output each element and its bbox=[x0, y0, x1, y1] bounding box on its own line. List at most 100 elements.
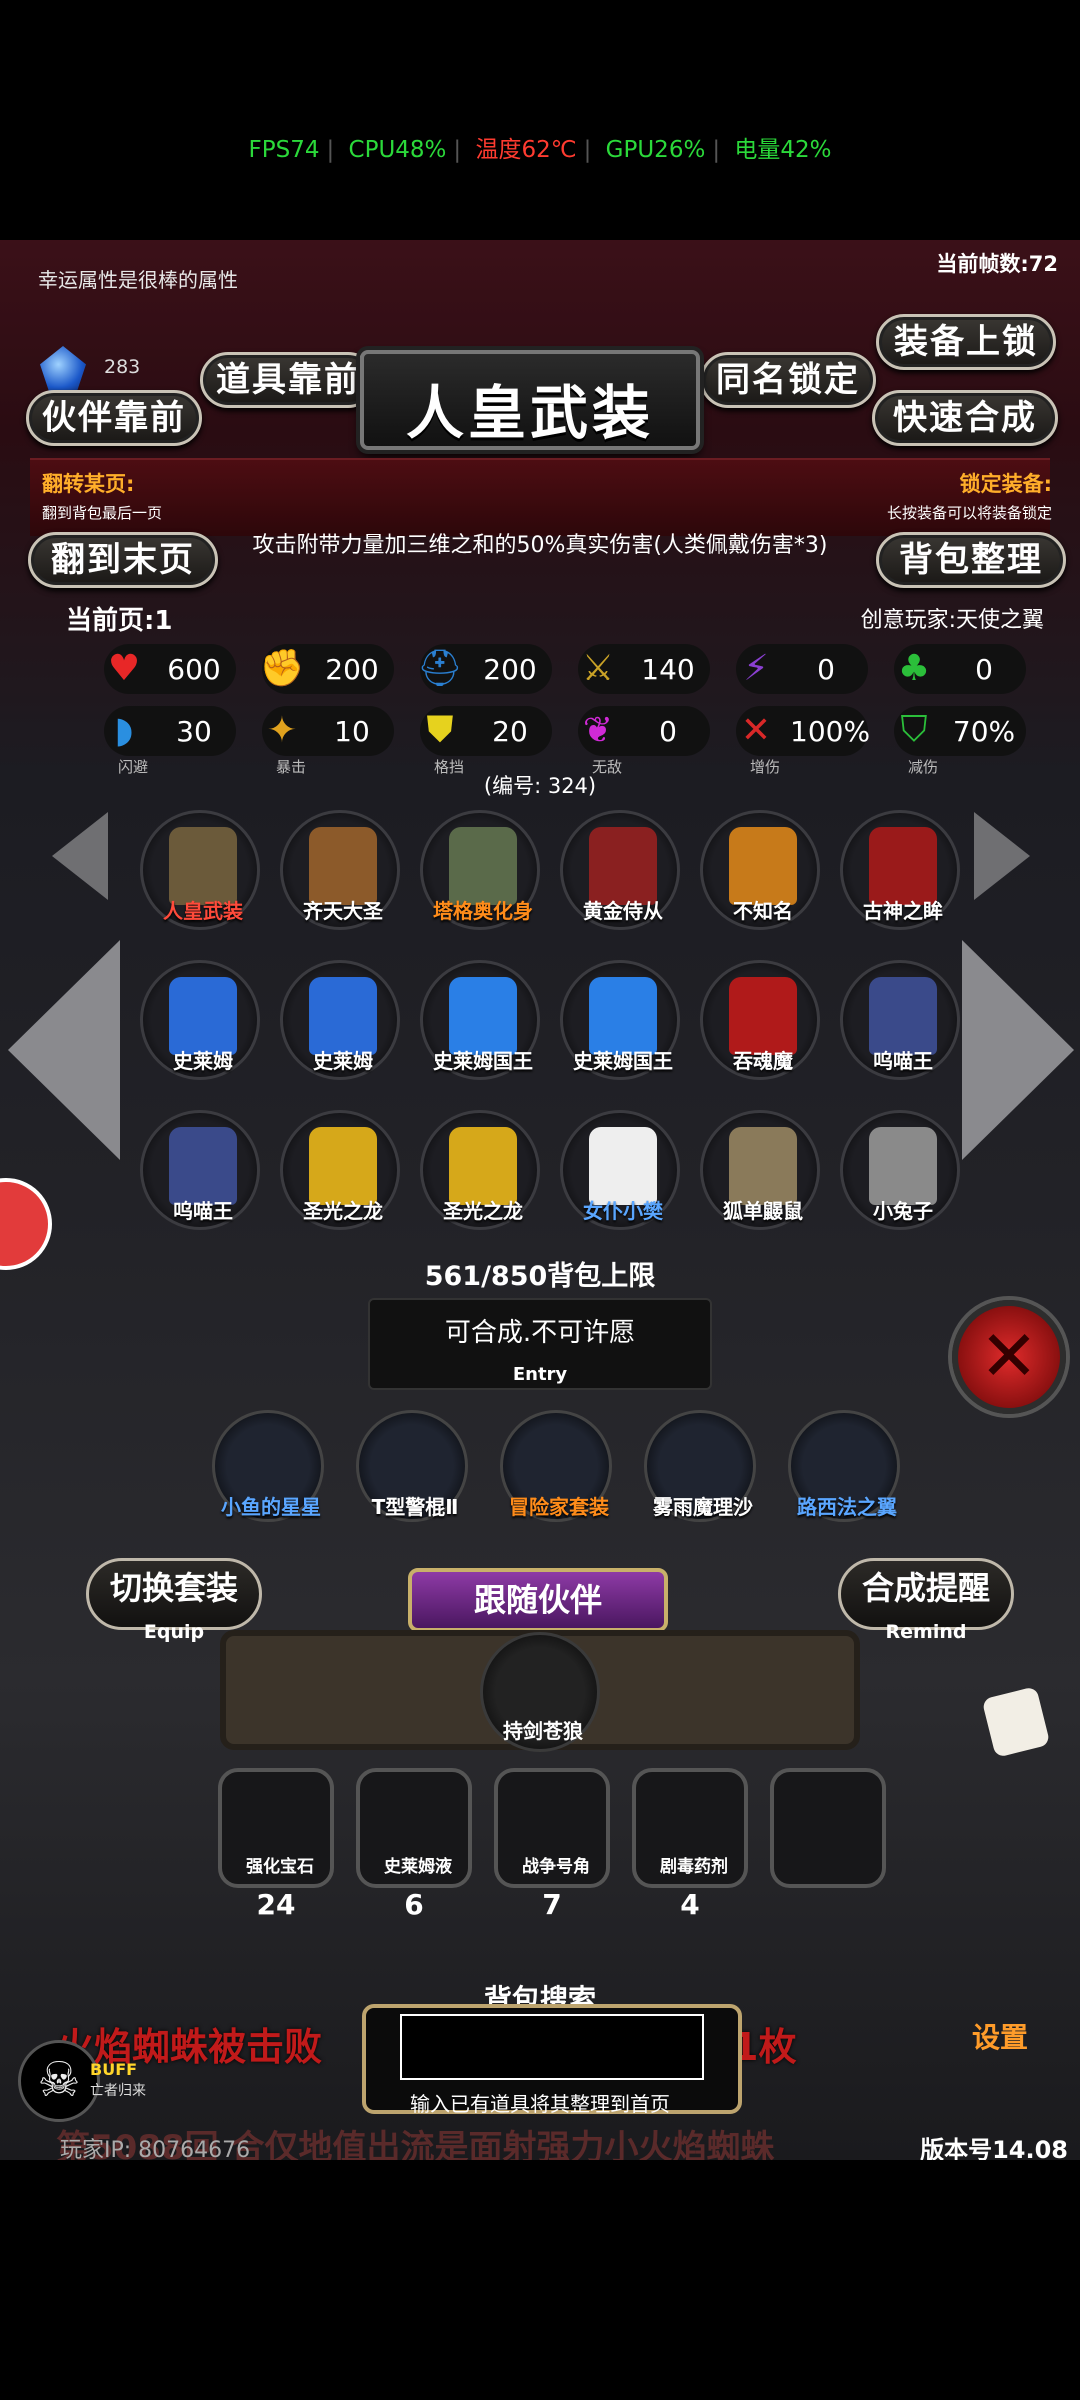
material-slot[interactable]: 史莱姆液 bbox=[356, 1768, 472, 1888]
bag-item-slot[interactable]: 史莱姆国王 bbox=[420, 960, 540, 1080]
item-sprite bbox=[729, 1127, 797, 1205]
bag-item-slot[interactable]: 史莱姆 bbox=[280, 960, 400, 1080]
helmet-icon: ⛑ bbox=[417, 648, 463, 689]
stat-value: 100% bbox=[790, 715, 871, 748]
bag-item-label: 狐单鼹鼠 bbox=[723, 1199, 803, 1223]
close-button[interactable]: ✕ bbox=[952, 1300, 1066, 1414]
material-label: 战争号角 bbox=[522, 1857, 590, 1877]
bag-item-slot[interactable]: 狐单鼹鼠 bbox=[700, 1110, 820, 1230]
bag-search-hint: 输入已有道具将其整理到首页 bbox=[410, 2092, 670, 2116]
bag-item-label: 圣光之龙 bbox=[303, 1199, 383, 1223]
tip-text: 幸运属性是很棒的属性 bbox=[38, 268, 238, 292]
shield-icon: ⛊ bbox=[426, 709, 454, 750]
item-sprite bbox=[729, 827, 797, 905]
item-sprite bbox=[729, 977, 797, 1055]
equip-slot[interactable]: 路西法之翼 bbox=[788, 1410, 900, 1522]
bag-item-slot[interactable]: 齐天大圣 bbox=[280, 810, 400, 930]
info-band bbox=[30, 458, 1050, 536]
stat-damage-boost: ✕ 100% 增伤 bbox=[736, 706, 871, 776]
quick-synth-button[interactable]: 快速合成 bbox=[872, 390, 1058, 446]
bag-item-slot[interactable]: 圣光之龙 bbox=[280, 1110, 400, 1230]
current-page: 当前页:1 bbox=[66, 606, 173, 636]
prev-row-arrow[interactable] bbox=[52, 812, 108, 900]
bag-item-label: 史莱姆国王 bbox=[573, 1049, 673, 1073]
flip-page-label: 翻转某页: bbox=[42, 472, 135, 496]
bag-item-slot[interactable]: 史莱姆 bbox=[140, 960, 260, 1080]
bag-item-slot[interactable]: 古神之眸 bbox=[840, 810, 960, 930]
bag-item-slot[interactable]: 女仆小樊 bbox=[560, 1110, 680, 1230]
buff-name: 亡者归来 bbox=[90, 2083, 146, 2099]
dice-icon[interactable] bbox=[981, 1686, 1051, 1758]
item-sprite bbox=[449, 977, 517, 1055]
strength-icon: ✊ bbox=[259, 648, 305, 689]
bag-item-label: 吞魂魔 bbox=[733, 1049, 793, 1073]
item-sprite bbox=[169, 977, 237, 1055]
bag-item-slot[interactable]: 圣光之龙 bbox=[420, 1110, 540, 1230]
bag-item-slot[interactable]: 史莱姆国王 bbox=[560, 960, 680, 1080]
synth-remind-button[interactable]: 合成提醒 Remind bbox=[838, 1558, 1014, 1643]
gem-count: 283 bbox=[104, 356, 141, 378]
stat-value: 200 bbox=[325, 653, 379, 686]
boost-icon: ✕ bbox=[740, 709, 772, 751]
bag-sort-button[interactable]: 背包整理 bbox=[876, 532, 1066, 588]
bag-item-slot[interactable]: 不知名 bbox=[700, 810, 820, 930]
item-code: (编号: 324) bbox=[483, 774, 597, 798]
bag-item-label: 齐天大圣 bbox=[303, 899, 383, 923]
material-slot[interactable]: 强化宝石 bbox=[218, 1768, 334, 1888]
switch-set-button[interactable]: 切换套装 Equip bbox=[86, 1558, 262, 1643]
synth-remind-label: 合成提醒 bbox=[861, 1569, 990, 1607]
bag-item-slot[interactable]: 小兔子 bbox=[840, 1110, 960, 1230]
item-front-button[interactable]: 道具靠前 bbox=[200, 352, 376, 408]
bag-item-label: 史莱姆国王 bbox=[433, 1049, 533, 1073]
material-slot-empty[interactable] bbox=[770, 1768, 886, 1888]
stat-block: ⛊ 20 格挡 bbox=[420, 706, 552, 776]
stat-invincible: ❦ 0 无敌 bbox=[578, 706, 710, 776]
version-number: 版本号14.08 bbox=[920, 2136, 1068, 2160]
equip-slot[interactable]: T型警棍Ⅱ bbox=[356, 1410, 468, 1522]
next-row-arrow[interactable] bbox=[974, 812, 1030, 900]
stat-value: 0 bbox=[817, 653, 835, 686]
bag-item-label: 塔格奥化身 bbox=[433, 899, 533, 923]
equip-slot[interactable]: 小鱼的星星 bbox=[212, 1410, 324, 1522]
fps-readout: FPS74 bbox=[248, 137, 320, 163]
reduce-icon: ⛉ bbox=[900, 709, 928, 750]
material-slot[interactable]: 剧毒药剂 bbox=[632, 1768, 748, 1888]
equip-label: 冒险家套装 bbox=[509, 1495, 609, 1519]
skull-icon[interactable]: ☠ bbox=[18, 2040, 100, 2122]
stat-damage-reduce: ⛉ 70% 减伤 bbox=[894, 706, 1026, 776]
follow-partner-slot[interactable]: 持剑苍狼 bbox=[480, 1632, 600, 1752]
bag-item-slot[interactable]: 呜喵王 bbox=[140, 1110, 260, 1230]
material-count: 6 bbox=[404, 1888, 424, 1921]
equip-slot[interactable]: 雾雨魔理沙 bbox=[644, 1410, 756, 1522]
same-name-lock-button[interactable]: 同名锁定 bbox=[700, 352, 876, 408]
bag-item-slot[interactable]: 塔格奥化身 bbox=[420, 810, 540, 930]
to-last-page-button[interactable]: 翻到末页 bbox=[28, 532, 218, 588]
wings-icon: ❦ bbox=[582, 709, 614, 751]
follow-partner-name: 持剑苍狼 bbox=[503, 1719, 583, 1743]
material-slot[interactable]: 战争号角 bbox=[494, 1768, 610, 1888]
stat-crit: ✦ 10 暴击 bbox=[262, 706, 394, 776]
stat-value: 140 bbox=[641, 653, 695, 686]
item-sprite bbox=[589, 977, 657, 1055]
settings-button[interactable]: 设置 bbox=[972, 2016, 1028, 2056]
bag-item-label: 史莱姆 bbox=[173, 1049, 233, 1073]
bag-item-slot[interactable]: 呜喵王 bbox=[840, 960, 960, 1080]
partner-front-button[interactable]: 伙伴靠前 bbox=[26, 390, 202, 446]
equip-lock-button[interactable]: 装备上锁 bbox=[876, 314, 1056, 370]
next-page-arrow[interactable] bbox=[962, 940, 1074, 1160]
entry-label: Entry bbox=[512, 1364, 568, 1385]
bag-search-input[interactable] bbox=[400, 2014, 704, 2080]
prev-page-arrow[interactable] bbox=[8, 940, 120, 1160]
lock-equip-hint: 长按装备可以将装备锁定 bbox=[886, 504, 1052, 522]
bag-item-label: 女仆小樊 bbox=[583, 1199, 663, 1223]
sword-icon: ⚔ bbox=[581, 647, 615, 689]
bag-item-slot[interactable]: 吞魂魔 bbox=[700, 960, 820, 1080]
equip-slot[interactable]: 冒险家套装 bbox=[500, 1410, 612, 1522]
bag-item-label: 圣光之龙 bbox=[443, 1199, 523, 1223]
bag-item-label: 史莱姆 bbox=[313, 1049, 373, 1073]
item-title: 人皇武装 bbox=[405, 379, 654, 447]
bag-item-slot[interactable]: 人皇武装 bbox=[140, 810, 260, 930]
bag-item-slot[interactable]: 黄金侍从 bbox=[560, 810, 680, 930]
bag-item-label: 古神之眸 bbox=[863, 899, 943, 923]
material-label: 强化宝石 bbox=[246, 1857, 314, 1877]
